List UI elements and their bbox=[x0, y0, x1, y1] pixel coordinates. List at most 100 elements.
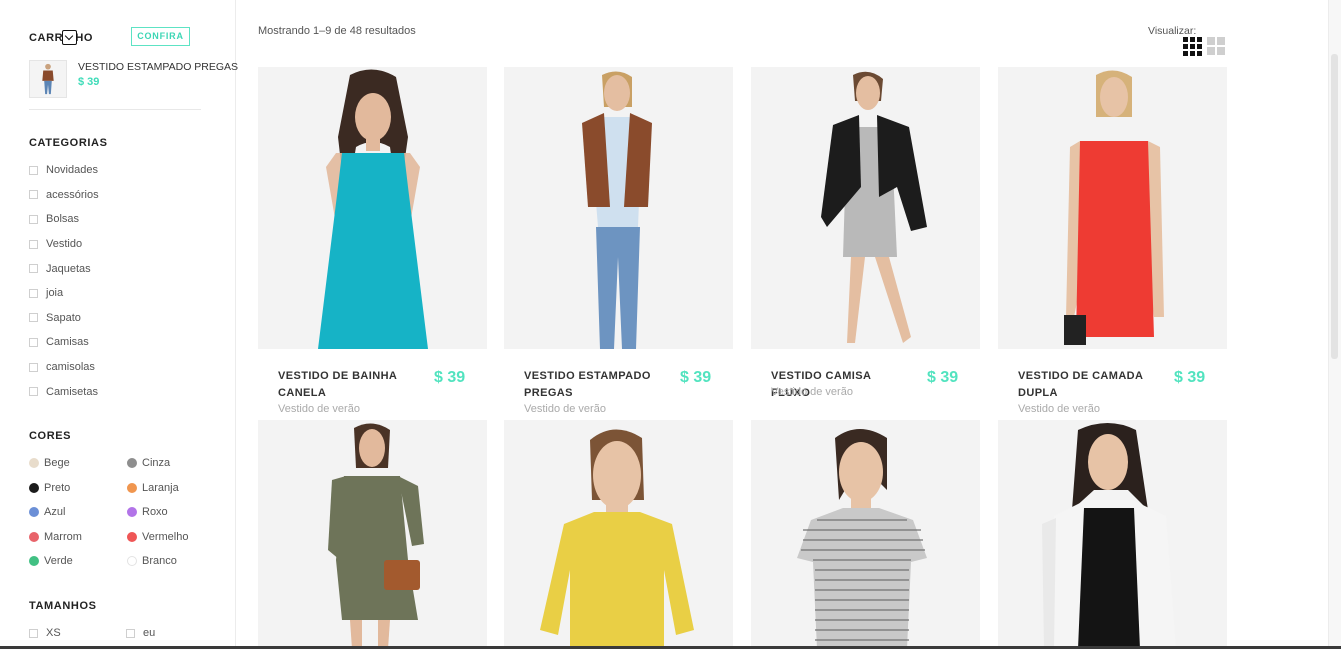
color-label: Marrom bbox=[44, 530, 82, 543]
product-subtitle: Vestido de verão bbox=[1018, 403, 1100, 415]
color-roxo[interactable]: Roxo bbox=[127, 505, 168, 519]
category-jaquetas[interactable]: Jaquetas bbox=[29, 256, 99, 281]
cart-item[interactable]: VESTIDO ESTAMPADO PREGAS $ 39 bbox=[29, 60, 238, 100]
product-photo bbox=[504, 420, 733, 649]
checkbox[interactable] bbox=[29, 387, 38, 397]
color-marrom[interactable]: Marrom bbox=[29, 530, 82, 544]
cart-item-thumbnail[interactable] bbox=[29, 60, 67, 98]
color-swatch bbox=[127, 531, 137, 542]
color-branco[interactable]: Branco bbox=[127, 554, 177, 568]
category-label: Camisetas bbox=[46, 385, 98, 398]
product-image[interactable] bbox=[504, 67, 733, 349]
checkbox[interactable] bbox=[29, 337, 38, 347]
checkbox[interactable] bbox=[29, 628, 38, 638]
product-image[interactable] bbox=[998, 420, 1227, 649]
category-label: acessórios bbox=[46, 188, 99, 201]
category-label: joia bbox=[46, 287, 64, 300]
shopping-bag-icon[interactable] bbox=[62, 30, 77, 45]
grid-dense-view-icon[interactable] bbox=[1183, 37, 1202, 56]
color-cinza[interactable]: Cinza bbox=[127, 456, 170, 470]
color-label: Branco bbox=[142, 555, 177, 567]
product-price: $ 39 bbox=[680, 369, 712, 386]
checkbox[interactable] bbox=[126, 628, 135, 638]
checkbox[interactable] bbox=[29, 239, 38, 249]
product-photo bbox=[258, 67, 487, 349]
category-joia[interactable]: joia bbox=[29, 281, 99, 306]
product-image[interactable] bbox=[751, 420, 980, 649]
checkbox[interactable] bbox=[29, 190, 38, 200]
product-subtitle: Vestido de verão bbox=[771, 386, 853, 398]
color-label: Bege bbox=[44, 457, 70, 469]
checkbox[interactable] bbox=[29, 288, 38, 298]
product-name[interactable]: VESTIDO DE BAINHA CANELA bbox=[278, 368, 418, 402]
color-swatch bbox=[29, 507, 39, 517]
product-name[interactable]: VESTIDO DE CAMADA DUPLA bbox=[1018, 368, 1158, 402]
checkbox[interactable] bbox=[29, 165, 38, 175]
category-label: Novidades bbox=[46, 164, 98, 177]
size-xs[interactable]: XS bbox=[29, 626, 61, 640]
product-photo bbox=[998, 67, 1227, 349]
colors-title: CORES bbox=[29, 430, 72, 442]
color-swatch bbox=[29, 482, 39, 493]
color-label: Cinza bbox=[142, 457, 171, 469]
color-label: Azul bbox=[44, 506, 66, 518]
scrollbar-thumb[interactable] bbox=[1331, 54, 1338, 359]
category-label: Vestido bbox=[46, 238, 83, 251]
color-label: Vermelho bbox=[142, 530, 189, 543]
color-laranja[interactable]: Laranja bbox=[127, 481, 179, 495]
product-subtitle: Vestido de verão bbox=[278, 403, 360, 415]
category-camisetas[interactable]: Camisetas bbox=[29, 379, 99, 404]
color-swatch bbox=[127, 482, 137, 493]
product-image[interactable] bbox=[998, 67, 1227, 349]
category-label: camisolas bbox=[46, 361, 95, 374]
size-eu[interactable]: eu bbox=[126, 626, 155, 640]
confira-button[interactable]: CONFIRA bbox=[131, 27, 190, 46]
checkbox[interactable] bbox=[29, 214, 38, 224]
cart-item-price: $ 39 bbox=[78, 76, 100, 88]
product-photo bbox=[751, 67, 980, 349]
color-azul[interactable]: Azul bbox=[29, 505, 65, 519]
category-camisas[interactable]: Camisas bbox=[29, 330, 99, 355]
divider bbox=[29, 109, 201, 110]
category-camisolas[interactable]: camisolas bbox=[29, 355, 99, 380]
category-vestido[interactable]: Vestido bbox=[29, 232, 99, 257]
product-price: $ 39 bbox=[927, 369, 959, 386]
color-swatch bbox=[29, 531, 39, 542]
product-name[interactable]: VESTIDO ESTAMPADO PREGAS bbox=[524, 368, 664, 402]
category-acessorios[interactable]: acessórios bbox=[29, 183, 99, 208]
product-image[interactable] bbox=[258, 420, 487, 649]
checkbox[interactable] bbox=[29, 264, 38, 274]
checkbox[interactable] bbox=[29, 313, 38, 323]
grid-large-view-icon[interactable] bbox=[1207, 37, 1226, 56]
sizes-title: TAMANHOS bbox=[29, 600, 97, 612]
product-image[interactable] bbox=[258, 67, 487, 349]
color-label: Roxo bbox=[142, 506, 168, 518]
category-label: Camisas bbox=[46, 336, 89, 349]
color-swatch bbox=[29, 458, 39, 468]
color-preto[interactable]: Preto bbox=[29, 481, 70, 495]
product-image[interactable] bbox=[751, 67, 980, 349]
product-photo bbox=[998, 420, 1227, 649]
size-label: eu bbox=[143, 627, 156, 639]
cart-item-name[interactable]: VESTIDO ESTAMPADO PREGAS bbox=[78, 61, 238, 73]
color-label: Laranja bbox=[142, 481, 179, 494]
category-sapato[interactable]: Sapato bbox=[29, 306, 99, 331]
size-label: XS bbox=[46, 627, 61, 639]
product-price: $ 39 bbox=[1174, 369, 1206, 386]
product-subtitle: Vestido de verão bbox=[524, 403, 606, 415]
categories-title: CATEGORIAS bbox=[29, 137, 108, 149]
category-label: Jaquetas bbox=[46, 262, 91, 275]
color-swatch bbox=[29, 556, 39, 566]
color-vermelho[interactable]: Vermelho bbox=[127, 530, 188, 544]
category-novidades[interactable]: Novidades bbox=[29, 158, 99, 183]
view-label: Visualizar: bbox=[1148, 25, 1197, 37]
categories-list: Novidades acessórios Bolsas Vestido Jaqu… bbox=[29, 158, 99, 404]
product-photo bbox=[751, 420, 980, 649]
product-image[interactable] bbox=[504, 420, 733, 649]
color-swatch bbox=[127, 507, 137, 517]
checkbox[interactable] bbox=[29, 362, 38, 372]
color-verde[interactable]: Verde bbox=[29, 554, 73, 568]
product-price: $ 39 bbox=[434, 369, 466, 386]
color-bege[interactable]: Bege bbox=[29, 456, 70, 470]
category-bolsas[interactable]: Bolsas bbox=[29, 207, 99, 232]
